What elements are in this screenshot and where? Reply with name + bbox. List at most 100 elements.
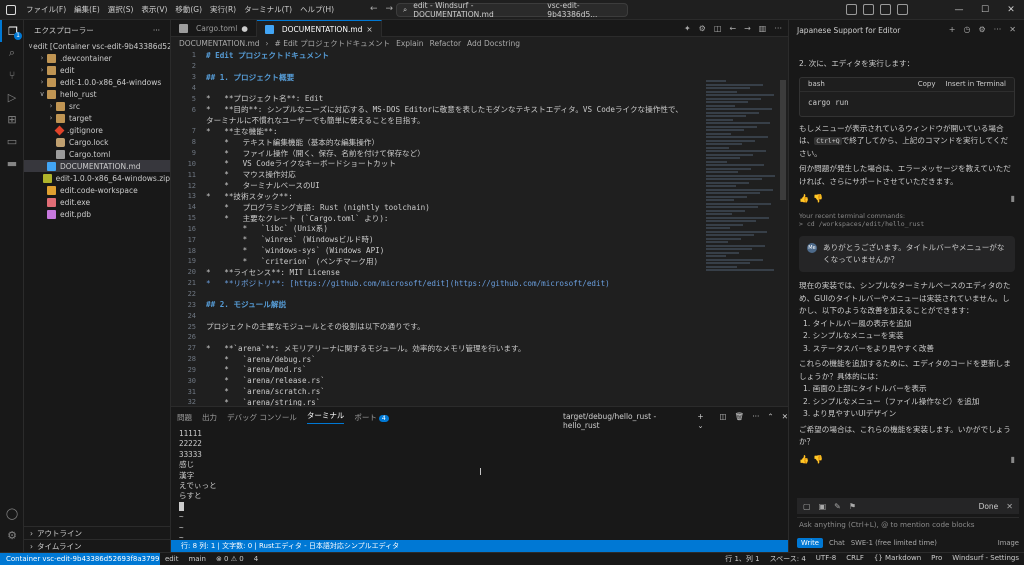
remote-explorer-icon[interactable]: ▭ <box>0 130 24 152</box>
attach-icon[interactable]: ▣ <box>819 502 827 511</box>
settings-icon[interactable]: ⚙ <box>978 25 985 34</box>
maximize-panel-icon[interactable]: ⌃ <box>767 412 773 430</box>
tree-item[interactable]: › target <box>24 112 170 124</box>
panel-tab[interactable]: ターミナル <box>306 410 345 424</box>
status-item[interactable]: {} Markdown <box>869 554 926 564</box>
status-item[interactable]: CRLF <box>841 554 869 564</box>
panel-tab[interactable]: ポート 4 <box>354 412 389 423</box>
settings-icon[interactable]: ⚙ <box>699 24 706 33</box>
branch-status[interactable]: edit <box>160 555 183 563</box>
breadcrumb-item[interactable]: DOCUMENTATION.md <box>179 39 260 48</box>
status-item[interactable]: UTF-8 <box>811 554 841 564</box>
minimize-icon[interactable]: — <box>946 0 972 20</box>
ports-status[interactable]: 4 <box>249 555 263 563</box>
maximize-icon[interactable]: ☐ <box>972 0 998 20</box>
thumbs-down-icon[interactable]: 👎 <box>813 194 823 204</box>
breadcrumb-item[interactable]: Explain <box>396 39 423 48</box>
back-arrow-icon[interactable]: ← <box>370 4 378 14</box>
menu-item[interactable]: ファイル(F) <box>22 4 70 15</box>
write-mode-button[interactable]: Write <box>797 538 823 548</box>
menu-item[interactable]: 表示(V) <box>137 4 171 15</box>
add-terminal-icon[interactable]: + ⌄ <box>697 412 711 430</box>
breadcrumb-item[interactable]: Refactor <box>430 39 461 48</box>
split-terminal-icon[interactable]: ◫ <box>720 412 727 430</box>
model-selector[interactable]: SWE-1 (free limited time) <box>851 539 937 547</box>
tree-item[interactable]: ∨ hello_rust <box>24 88 170 100</box>
sparkle-icon[interactable]: ✦ <box>684 24 691 33</box>
more-icon[interactable]: ··· <box>752 412 759 430</box>
menu-item[interactable]: 実行(R) <box>206 4 240 15</box>
status-item[interactable]: スペース: 4 <box>765 554 811 564</box>
close-icon[interactable]: ✕ <box>1006 502 1013 511</box>
thumbs-down-icon[interactable]: 👎 <box>813 455 823 465</box>
outline-section[interactable]: › アウトライン <box>24 526 171 539</box>
menu-item[interactable]: ターミナル(T) <box>240 4 296 15</box>
panel-tab[interactable]: 問題 <box>177 412 192 423</box>
command-center-search[interactable]: ⌕ edit - Windsurf - DOCUMENTATION.md vsc… <box>396 1 628 19</box>
breadcrumb-item[interactable]: # Edit プロジェクトドキュメント <box>275 38 391 49</box>
tree-item[interactable]: .gitignore <box>24 124 170 136</box>
minimap[interactable] <box>706 80 776 280</box>
tree-item[interactable]: › edit <box>24 64 170 76</box>
more-icon[interactable]: ··· <box>774 24 782 33</box>
remote-indicator[interactable]: Container vsc-edit-9b43386d52693f8a37999… <box>0 552 160 565</box>
mcp-icon[interactable]: ⚑ <box>849 502 856 511</box>
menu-item[interactable]: 編集(E) <box>70 4 104 15</box>
chat-input[interactable]: Ask anything (Ctrl+L), @ to mention code… <box>797 517 1019 531</box>
tree-item[interactable]: › .devcontainer <box>24 52 170 64</box>
tree-item[interactable]: edit.exe <box>24 196 170 208</box>
tree-item[interactable]: Cargo.lock <box>24 136 170 148</box>
tree-item[interactable]: › edit-1.0.0-x86_64-windows <box>24 76 170 88</box>
status-item[interactable]: 行 1、列 1 <box>720 554 764 564</box>
container-context[interactable]: vsc-edit-9b43386d5... <box>547 1 621 19</box>
tree-item[interactable]: ∨edit [Container vsc-edit-9b43386d52693f… <box>24 40 170 52</box>
layout-sidebar-icon[interactable] <box>846 4 857 15</box>
insert-terminal-button[interactable]: Insert in Terminal <box>946 80 1007 88</box>
code-editor[interactable]: 1 # Edit プロジェクトドキュメント 2 3 ## 1. プロジェクト概要 4 5 * … <box>171 50 788 406</box>
image-button[interactable]: Image <box>998 539 1019 547</box>
close-icon[interactable]: ✕ <box>1009 25 1016 34</box>
close-icon[interactable]: × <box>366 25 372 34</box>
run-debug-icon[interactable]: ▷ <box>0 86 24 108</box>
editor-tab[interactable]: DOCUMENTATION.md × <box>256 20 382 37</box>
search-icon[interactable]: ⌕ <box>0 42 24 64</box>
git-branch[interactable]: main <box>183 555 211 563</box>
stats-icon[interactable]: ▮ <box>1011 455 1015 464</box>
layout-panel-icon[interactable] <box>863 4 874 15</box>
panel-tab[interactable]: 出力 <box>202 412 217 423</box>
editor-scrollbar[interactable] <box>780 80 786 200</box>
status-item[interactable]: Windsurf - Settings <box>947 554 1024 564</box>
new-chat-icon[interactable]: + <box>949 25 956 34</box>
trash-icon[interactable]: 🗑 <box>735 412 745 430</box>
tree-item[interactable]: edit.pdb <box>24 208 170 220</box>
history-icon[interactable]: ◷ <box>964 25 971 34</box>
tree-item[interactable]: › src <box>24 100 170 112</box>
terminal-output[interactable]: 11111 22222 33333 感じ 漢字 えでぃっと らすと ~ ~ ~ <box>171 427 788 545</box>
split-editor-icon[interactable]: ◫ <box>714 24 722 33</box>
status-item[interactable]: Pro <box>926 554 947 564</box>
explorer-icon[interactable]: ❐ 1 <box>0 20 24 42</box>
tree-item[interactable]: DOCUMENTATION.md <box>24 160 170 172</box>
tree-item[interactable]: Cargo.toml <box>24 148 170 160</box>
done-button[interactable]: Done <box>979 502 999 511</box>
tools-icon[interactable]: ✎ <box>834 502 841 511</box>
tree-item[interactable]: edit-1.0.0-x86_64-windows.zip <box>24 172 170 184</box>
more-actions-icon[interactable]: ··· <box>153 26 160 35</box>
folder-icon[interactable]: ▬ <box>0 152 24 174</box>
customize-layout-icon[interactable] <box>897 4 908 15</box>
thumbs-up-icon[interactable]: 👍 <box>799 455 809 465</box>
copy-button[interactable]: Copy <box>918 80 936 88</box>
menu-item[interactable]: 選択(S) <box>104 4 138 15</box>
forward-arrow-icon[interactable]: → <box>386 4 394 14</box>
menu-item[interactable]: ヘルプ(H) <box>296 4 338 15</box>
layout-secondary-icon[interactable] <box>880 4 891 15</box>
settings-gear-icon[interactable]: ⚙ <box>0 524 24 546</box>
account-icon[interactable]: ◯ <box>0 502 24 524</box>
file-icon[interactable]: ▢ <box>803 502 811 511</box>
editor-tab[interactable]: Cargo.toml ● <box>171 20 257 37</box>
tree-item[interactable]: edit.code-workspace <box>24 184 170 196</box>
breadcrumb-item[interactable]: Add Docstring <box>467 39 520 48</box>
problems-status[interactable]: ⊗ 0 ⚠ 0 <box>211 555 249 563</box>
close-icon[interactable]: ✕ <box>998 0 1024 20</box>
modified-dot-icon[interactable]: ● <box>241 24 248 33</box>
